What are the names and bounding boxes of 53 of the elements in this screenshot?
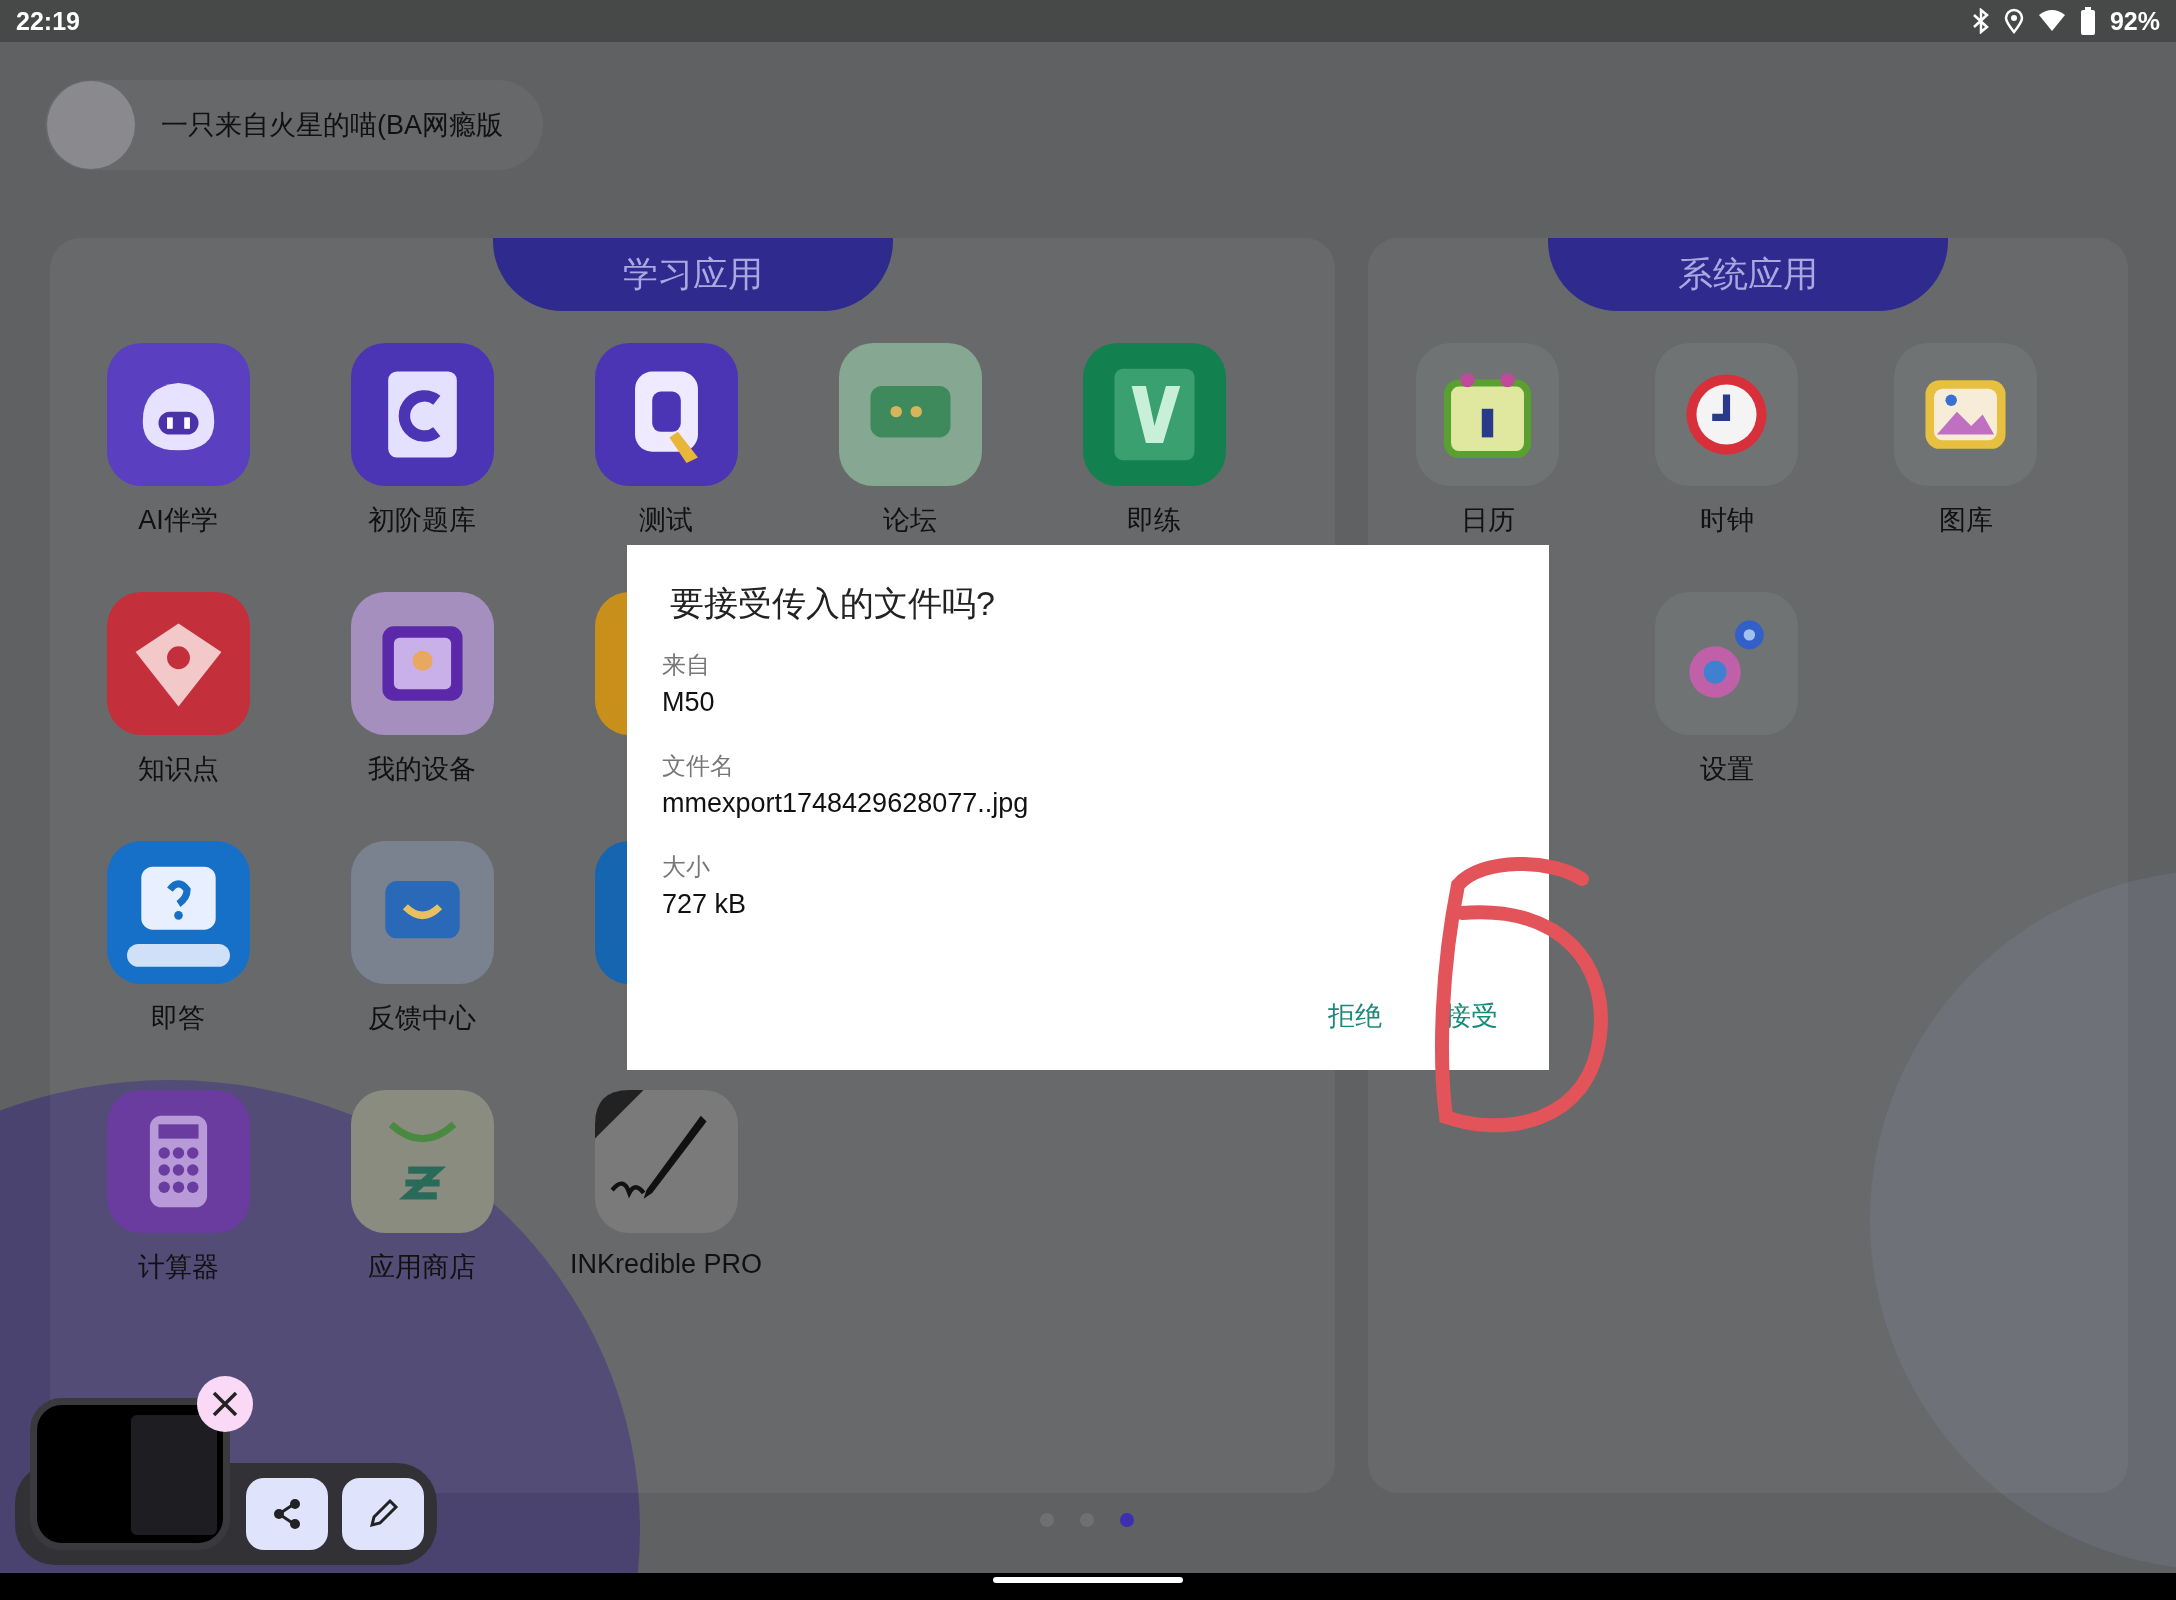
robot-icon[interactable] [106, 343, 250, 486]
field-value: 727 kB [662, 889, 747, 920]
bluetooth-icon [1971, 8, 1990, 34]
folder-title: 系统应用 [1548, 238, 1948, 311]
field-label: 文件名 [662, 751, 734, 781]
edit-button[interactable] [342, 1478, 424, 1550]
home-handle[interactable] [993, 1577, 1183, 1583]
store-icon[interactable] [350, 1090, 494, 1233]
app-label: 计算器 [137, 1251, 219, 1284]
field-label: 大小 [662, 852, 710, 882]
location-icon [2003, 8, 2024, 34]
dialog-title: 要接受传入的文件吗? [670, 583, 996, 624]
battery-icon [2079, 7, 2096, 35]
calendar-icon[interactable] [1416, 343, 1559, 486]
app-label: 即答 [151, 1002, 205, 1035]
clock-icon[interactable] [1655, 343, 1798, 486]
wifi-icon [2037, 9, 2066, 33]
letter-book-icon[interactable] [350, 343, 494, 486]
pen-icon[interactable] [594, 1090, 738, 1233]
field-value: M50 [662, 687, 715, 718]
decline-button[interactable]: 拒绝 [1328, 998, 1382, 1034]
app-label: 我的设备 [368, 753, 476, 786]
gem-icon[interactable] [106, 592, 250, 735]
app-label: 初阶题库 [368, 504, 476, 537]
app-label: 论坛 [883, 504, 937, 537]
quiz-icon[interactable] [594, 343, 738, 486]
user-name: 一只来自火星的喵(BA网瘾版 [161, 109, 503, 142]
close-icon [210, 1389, 240, 1419]
battery-percentage: 92% [2109, 6, 2160, 36]
app-label: 时钟 [1699, 504, 1754, 537]
app-label: AI伴学 [138, 504, 218, 537]
field-value: mmexport1748429628077..jpg [662, 788, 1029, 819]
calculator-icon[interactable] [106, 1090, 250, 1233]
app-label: 日历 [1460, 504, 1515, 537]
profile-chip[interactable]: 一只来自火星的喵(BA网瘾版 [45, 80, 543, 170]
page-indicator-dot[interactable] [1120, 1513, 1134, 1527]
app-label: INKredible PRO [569, 1249, 763, 1280]
field-label: 来自 [662, 650, 710, 680]
app-label: 设置 [1699, 753, 1754, 786]
question-icon[interactable] [106, 841, 250, 984]
app-label: 测试 [639, 504, 693, 537]
folder-title: 学习应用 [492, 238, 893, 311]
clock-time: 22:19 [16, 6, 80, 36]
share-button[interactable] [246, 1478, 328, 1550]
gallery-icon[interactable] [1894, 343, 2037, 486]
screenshot-thumbnail[interactable] [30, 1398, 230, 1550]
letter-v-icon[interactable] [1082, 343, 1226, 486]
app-label: 知识点 [137, 753, 219, 786]
device-icon[interactable] [350, 592, 494, 735]
app-label: 即练 [1127, 504, 1181, 537]
app-label: 反馈中心 [368, 1002, 476, 1035]
app-label: 图库 [1938, 504, 1993, 537]
app-label: 应用商店 [368, 1251, 476, 1284]
